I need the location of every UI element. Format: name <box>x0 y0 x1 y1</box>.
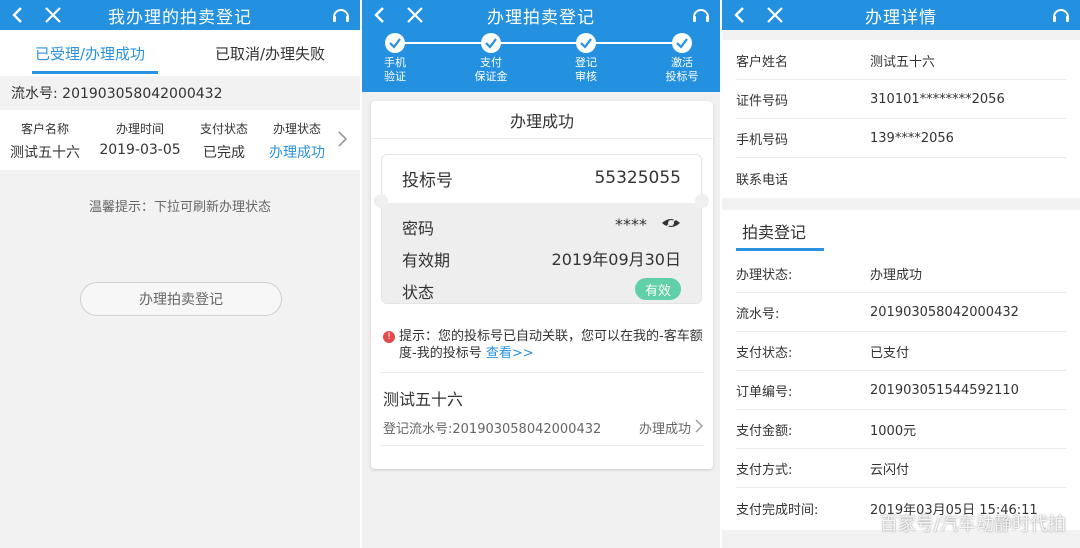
chevron-right-icon <box>338 131 348 147</box>
section-underline <box>736 248 824 251</box>
step-3-label: 登记 审核 <box>575 56 597 83</box>
step-1-label: 手机 验证 <box>384 56 406 83</box>
detail-row: 联系电话 <box>736 172 789 188</box>
tab-accepted[interactable]: 已受理/办理成功 <box>0 30 180 76</box>
valid-label: 有效期 <box>402 251 451 270</box>
step-4-check-icon <box>672 33 692 53</box>
detail-row: 客户姓名 测试五十六 <box>736 42 1066 80</box>
status-badge: 有效 <box>635 278 681 300</box>
refresh-tip: 温馨提示：下拉可刷新办理状态 <box>88 200 271 215</box>
eye-hidden-icon[interactable] <box>661 215 681 231</box>
value-handle-status: 办理成功 <box>269 145 325 161</box>
password-value: **** <box>615 215 647 234</box>
section-title: 拍卖登记 <box>742 223 807 242</box>
step-3-check-icon <box>576 33 596 53</box>
page-title: 办理拍卖登记 <box>487 7 595 28</box>
step-1-check-icon <box>385 33 405 53</box>
detail-row: 支付金额: 1000元 <box>736 411 1066 449</box>
detail-row: 支付方式: 云闪付 <box>736 450 1066 488</box>
register-auction-button[interactable]: 办理拍卖登记 <box>80 282 282 316</box>
divider <box>380 372 704 373</box>
value-customer-name: 测试五十六 <box>10 145 80 161</box>
detail-row: 办理状态: 办理成功 <box>736 255 1066 293</box>
headset-icon[interactable] <box>330 4 352 26</box>
header-handle-status: 办理状态 <box>272 122 321 136</box>
ticket-notch-right <box>695 194 709 208</box>
registration-status[interactable]: 办理成功 <box>639 418 691 437</box>
header-customer-name: 客户名称 <box>20 122 69 136</box>
step-4-label: 激活 投标号 <box>665 56 699 83</box>
step-2-check-icon <box>481 33 501 53</box>
result-title: 办理成功 <box>371 101 713 139</box>
registration-result-screen: 办理拍卖登记 手机 验证 支付 保证金 登记 审核 激活 投标号 办理成功 投标号 55… <box>362 0 720 548</box>
status-label: 状态 <box>402 283 435 302</box>
status-tabs: 已受理/办理成功 已取消/办理失败 <box>0 30 360 76</box>
chevron-right-icon[interactable] <box>695 419 703 433</box>
detail-row: 证件号码 310101********2056 <box>736 81 1066 119</box>
watermark: 百家号/汽车动静时代拍 <box>879 514 1066 535</box>
customer-name: 测试五十六 <box>383 390 464 409</box>
warning-icon: ! <box>383 331 395 343</box>
result-card: 办理成功 投标号 55325055 密码 **** 有效期 2019年09月30… <box>371 101 713 469</box>
view-link[interactable]: 查看>> <box>486 346 534 361</box>
active-tab-indicator <box>32 71 158 74</box>
registration-serial: 登记流水号:201903058042000432 <box>383 422 602 437</box>
title-bar: 办理详情 <box>722 0 1080 30</box>
tab-cancelled[interactable]: 已取消/办理失败 <box>180 30 360 76</box>
registration-row[interactable]: 客户名称 办理时间 支付状态 办理状态 测试五十六 2019-03-05 已完成… <box>0 110 360 170</box>
divider <box>380 445 704 446</box>
notice-text: 提示：您的投标号已自动关联，您可以在我的-客车额度-我的投标号 <box>399 329 703 361</box>
detail-row: 手机号码 139****2056 <box>736 120 1066 158</box>
close-icon[interactable] <box>42 4 64 26</box>
progress-steps: 手机 验证 支付 保证金 登记 审核 激活 投标号 <box>362 30 720 92</box>
header-handle-time: 办理时间 <box>115 122 164 136</box>
auction-list-screen: 我办理的拍卖登记 已受理/办理成功 已取消/办理失败 流水号: 20190305… <box>0 0 360 548</box>
customer-info-section: 客户姓名 测试五十六 证件号码 310101********2056 手机号码 139… <box>722 40 1080 198</box>
close-icon[interactable] <box>404 4 426 26</box>
headset-icon[interactable] <box>690 4 712 26</box>
ticket-notch-left <box>374 194 388 208</box>
bid-number: 55325055 <box>594 168 681 188</box>
header-pay-status: 支付状态 <box>199 122 248 136</box>
value-handle-time: 2019-03-05 <box>99 142 181 158</box>
back-arrow-icon[interactable] <box>730 3 750 27</box>
headset-icon[interactable] <box>1050 4 1072 26</box>
title-bar: 我办理的拍卖登记 <box>0 0 360 30</box>
step-line <box>394 42 682 44</box>
detail-row: 支付状态: 已支付 <box>736 333 1066 371</box>
close-icon[interactable] <box>764 4 786 26</box>
valid-value: 2019年09月30日 <box>551 250 681 269</box>
bid-label: 投标号 <box>402 170 453 191</box>
bid-ticket: 投标号 55325055 密码 **** 有效期 2019年09月30日 状态 … <box>381 154 702 304</box>
step-2-label: 支付 保证金 <box>474 56 508 83</box>
notice: ! 提示：您的投标号已自动关联，您可以在我的-客车额度-我的投标号 查看>> <box>383 328 703 362</box>
detail-screen: 办理详情 客户姓名 测试五十六 证件号码 310101********2056 手机… <box>722 0 1080 548</box>
value-pay-status: 已完成 <box>203 145 245 161</box>
password-label: 密码 <box>402 219 435 238</box>
detail-row: 流水号: 201903058042000432 <box>736 294 1066 332</box>
page-title: 我办理的拍卖登记 <box>108 7 252 28</box>
detail-row: 订单编号: 201903051544592110 <box>736 372 1066 410</box>
page-title: 办理详情 <box>865 7 937 28</box>
serial-number: 流水号: 201903058042000432 <box>11 86 223 102</box>
title-bar: 办理拍卖登记 <box>362 0 720 30</box>
back-arrow-icon[interactable] <box>370 3 390 27</box>
back-arrow-icon[interactable] <box>8 3 28 27</box>
